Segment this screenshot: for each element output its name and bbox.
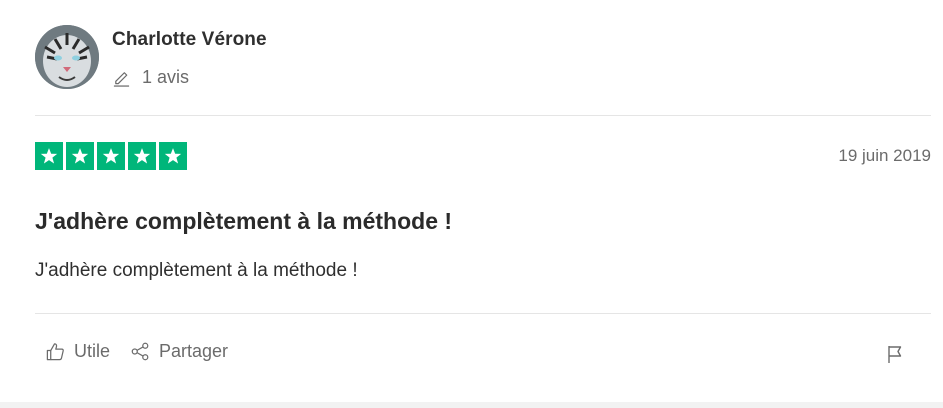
page-footer-strip bbox=[0, 402, 943, 408]
divider bbox=[35, 115, 931, 116]
share-button[interactable]: Partager bbox=[130, 341, 228, 362]
useful-button[interactable]: Utile bbox=[45, 341, 110, 362]
rating-star bbox=[66, 142, 94, 170]
review-count-label: 1 avis bbox=[142, 67, 190, 87]
star-icon bbox=[133, 148, 151, 164]
divider bbox=[35, 313, 931, 314]
share-label: Partager bbox=[159, 341, 229, 361]
review-count: 1 avis bbox=[112, 67, 267, 88]
useful-label: Utile bbox=[74, 341, 111, 361]
star-rating bbox=[35, 142, 187, 170]
rating-star bbox=[35, 142, 63, 170]
review-body: J'adhère complètement à la méthode ! bbox=[35, 260, 358, 281]
reviewer-name[interactable]: Charlotte Vérone bbox=[112, 29, 267, 51]
flag-icon[interactable] bbox=[885, 344, 905, 364]
review-actions: Utile Partager bbox=[45, 341, 228, 362]
rating-star bbox=[97, 142, 125, 170]
avatar[interactable] bbox=[35, 25, 99, 89]
pencil-icon bbox=[113, 72, 130, 87]
reviewer-header: Charlotte Vérone 1 avis bbox=[35, 25, 267, 89]
thumbs-up-icon bbox=[46, 343, 64, 361]
rating-star bbox=[159, 142, 187, 170]
star-icon bbox=[164, 148, 182, 164]
star-icon bbox=[102, 148, 120, 164]
star-icon bbox=[71, 148, 89, 164]
star-icon bbox=[40, 148, 58, 164]
review-title[interactable]: J'adhère complètement à la méthode ! bbox=[35, 208, 452, 235]
review-card: Charlotte Vérone 1 avis 19 juin 2019 J'a… bbox=[0, 0, 943, 402]
share-icon bbox=[131, 342, 149, 361]
review-date: 19 juin 2019 bbox=[838, 146, 931, 165]
rating-star bbox=[128, 142, 156, 170]
tiger-avatar-image bbox=[35, 25, 99, 89]
